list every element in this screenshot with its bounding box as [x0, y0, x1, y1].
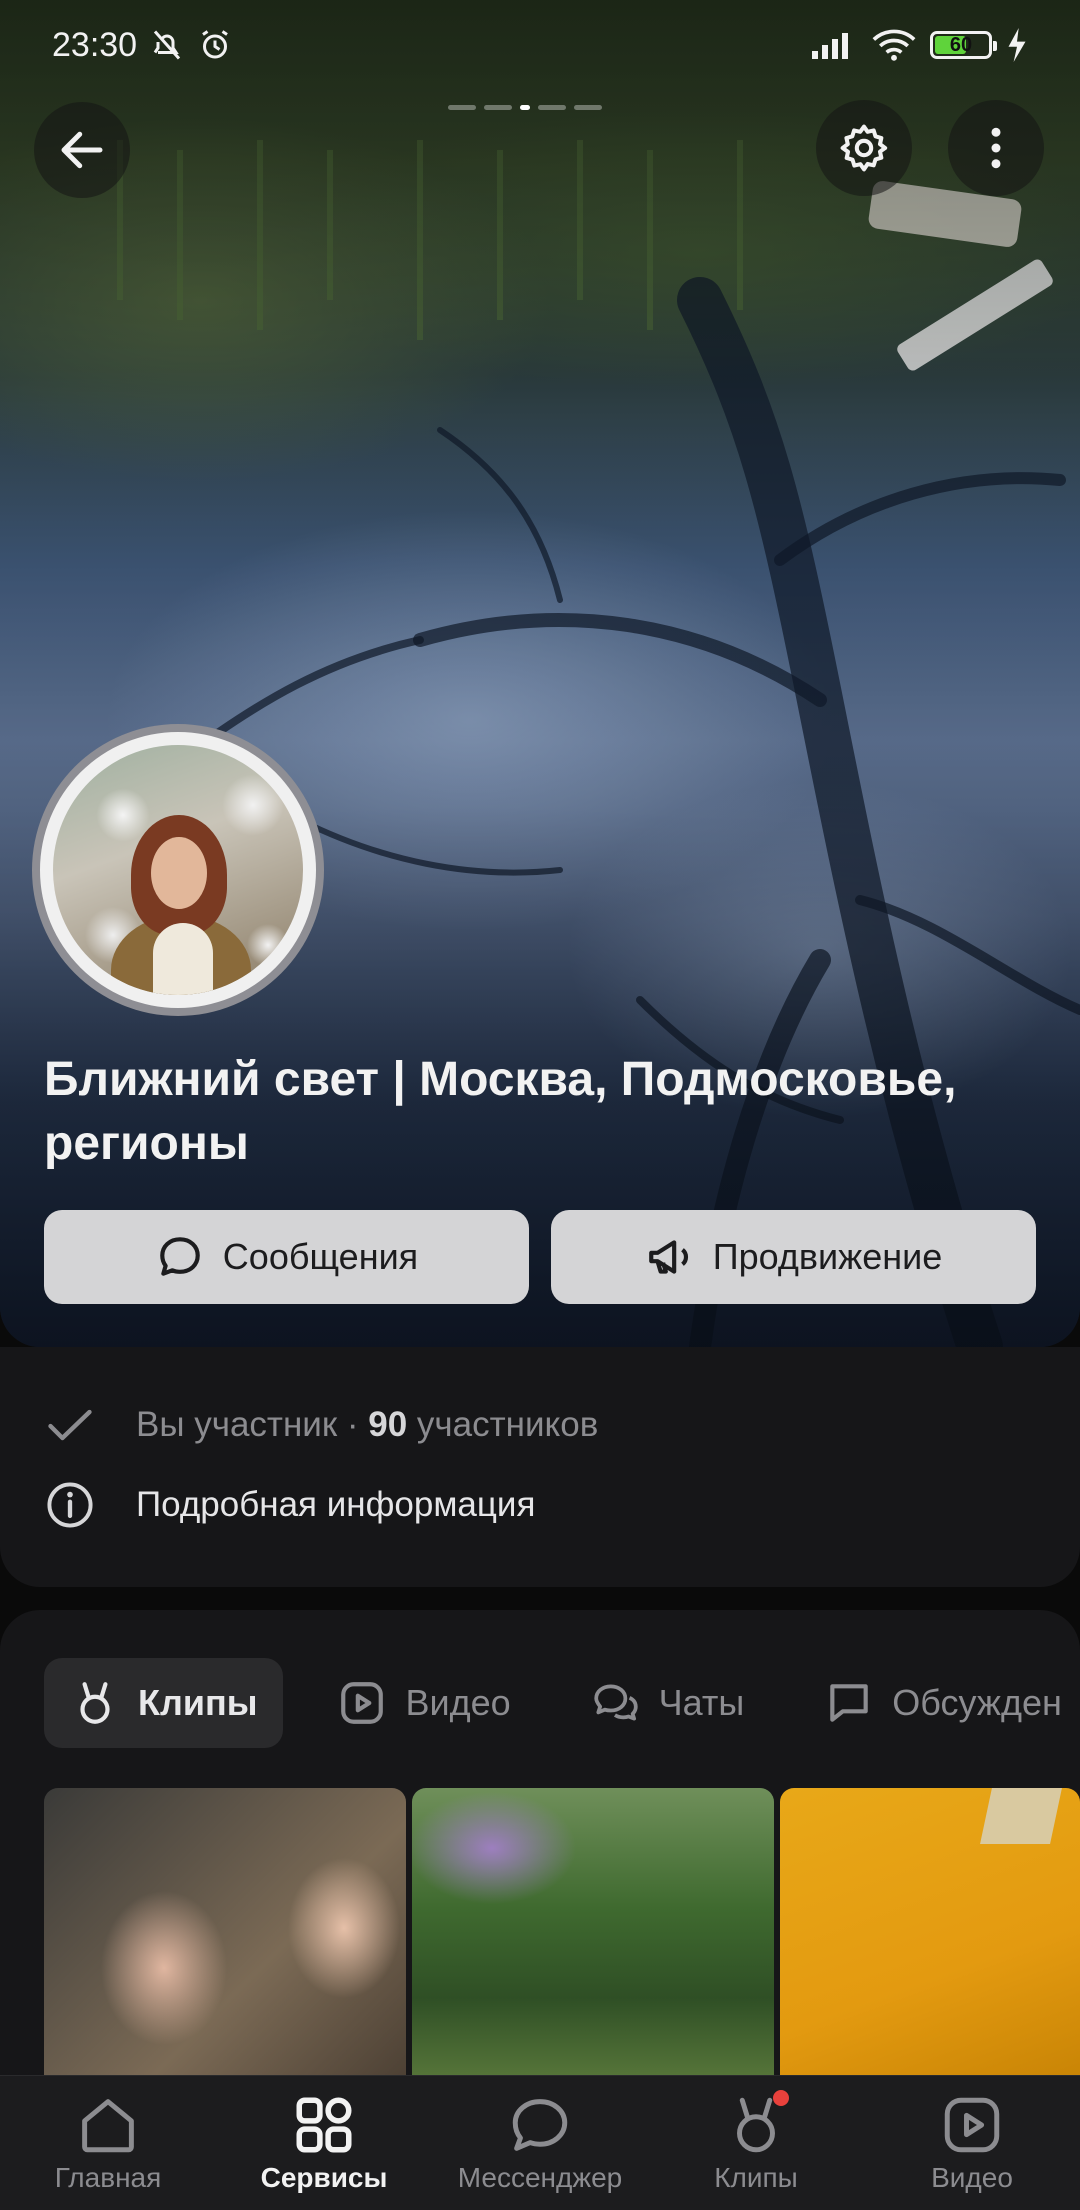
messenger-icon: [512, 2099, 568, 2151]
bottom-navigation: Главная Сервисы Мессенджер Клипы Видео: [0, 2075, 1080, 2210]
battery-indicator: 60: [930, 31, 997, 59]
more-options-button[interactable]: [948, 100, 1044, 196]
nav-messenger-label: Мессенджер: [457, 2162, 623, 2193]
member-status: Вы участник: [136, 1405, 338, 1444]
video-icon: [341, 1682, 384, 1724]
nav-services[interactable]: Сервисы: [216, 2076, 432, 2210]
tab-video-label: Видео: [405, 1682, 511, 1723]
member-count: 90: [368, 1405, 408, 1444]
settings-button[interactable]: [816, 100, 912, 196]
nav-clips-label: Клипы: [714, 2162, 798, 2193]
clips-icon: [80, 1682, 110, 1724]
bell-off-icon: [153, 30, 181, 60]
nav-home-label: Главная: [54, 2162, 162, 2193]
tab-chats[interactable]: Чаты: [565, 1658, 771, 1748]
wifi-icon: [872, 29, 916, 61]
details-row[interactable]: Подробная информация: [44, 1479, 535, 1531]
arrow-left-icon: [61, 131, 103, 169]
alarm-icon: [202, 30, 228, 59]
membership-info: Вы участник · 90 участников Подробная ин…: [0, 1347, 1080, 1587]
member-count-suffix: участников: [407, 1405, 599, 1444]
checkmark-icon: [48, 1409, 92, 1441]
nav-video-label: Видео: [931, 2162, 1013, 2193]
clip-thumbnail[interactable]: [412, 1788, 774, 2088]
info-icon: [47, 1482, 93, 1528]
tab-clips-label: Клипы: [138, 1682, 258, 1723]
gear-icon: [840, 124, 888, 172]
megaphone-icon: [648, 1240, 688, 1274]
notification-badge: [773, 2090, 789, 2106]
signal-icon: [812, 33, 848, 59]
avatar-image: [53, 745, 303, 995]
nav-clips[interactable]: Клипы: [648, 2076, 864, 2210]
nav-services-label: Сервисы: [260, 2162, 388, 2193]
nav-home[interactable]: Главная: [0, 2076, 216, 2210]
separator: ·: [337, 1405, 369, 1444]
back-button[interactable]: [34, 102, 130, 198]
messages-button[interactable]: Сообщения: [44, 1210, 529, 1304]
content-tabs: Клипы Видео Чаты Обсужден: [44, 1658, 1080, 1748]
chats-icon: [593, 1684, 638, 1721]
clip-thumbnail[interactable]: [780, 1788, 1080, 2088]
clips-grid: [44, 1788, 1080, 2088]
discussion-icon: [830, 1684, 868, 1722]
tab-video[interactable]: Видео: [311, 1658, 536, 1748]
group-title: Ближний свет | Москва, Подмосковье, реги…: [44, 1053, 957, 1170]
promote-button[interactable]: Продвижение: [551, 1210, 1036, 1304]
nav-video[interactable]: Видео: [864, 2076, 1080, 2210]
status-bar: 23:30 60: [0, 0, 1080, 90]
membership-row[interactable]: Вы участник · 90 участников: [44, 1399, 598, 1451]
home-icon: [82, 2099, 134, 2153]
tab-discussions[interactable]: Обсужден: [798, 1658, 1080, 1748]
cover-pager: [448, 105, 602, 110]
nav-messenger[interactable]: Мессенджер: [432, 2076, 648, 2210]
clip-thumbnail[interactable]: [44, 1788, 406, 2088]
charging-icon: [1008, 28, 1026, 62]
tab-discussions-label: Обсужден: [892, 1682, 1062, 1723]
message-bubble-icon: [160, 1237, 200, 1276]
details-link: Подробная информация: [136, 1485, 536, 1524]
more-vertical-icon: [991, 127, 1001, 169]
group-avatar[interactable]: [32, 724, 324, 1016]
promote-label: Продвижение: [712, 1236, 943, 1277]
battery-level: 60: [949, 33, 973, 56]
tab-chats-label: Чаты: [658, 1682, 745, 1723]
video-icon: [944, 2097, 1000, 2153]
status-time: 23:30: [52, 25, 138, 64]
tab-clips[interactable]: Клипы: [44, 1658, 284, 1748]
services-grid-icon: [296, 2097, 352, 2153]
messages-label: Сообщения: [222, 1236, 419, 1277]
